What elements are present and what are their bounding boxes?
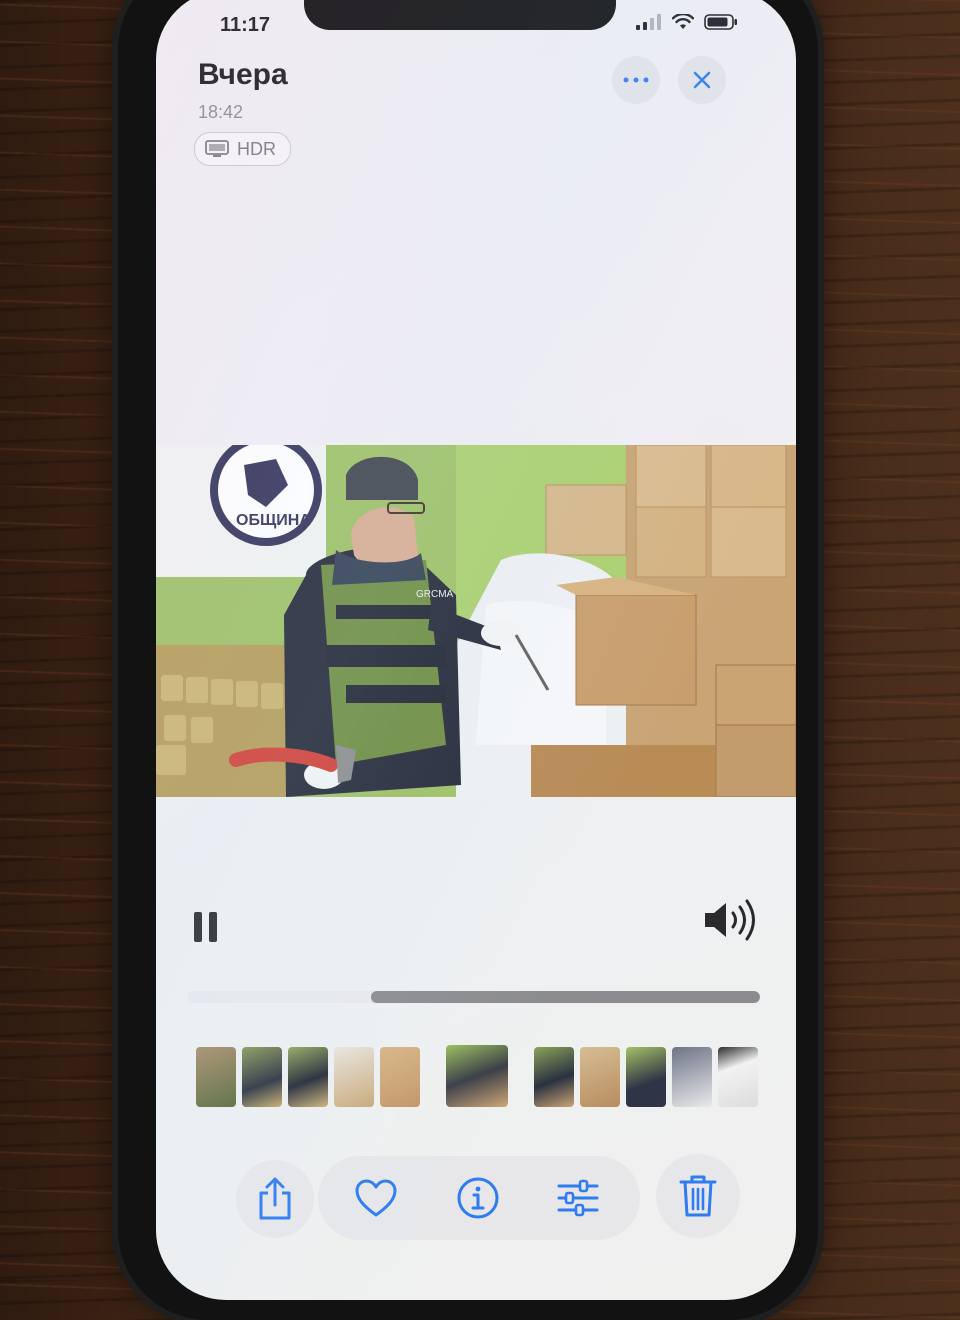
volume-button[interactable] [702, 898, 760, 947]
filmstrip[interactable] [196, 1045, 764, 1107]
capture-time: 18:42 [198, 102, 244, 122]
signal-icon [636, 14, 661, 30]
info-icon [457, 1177, 499, 1219]
share-button[interactable] [236, 1160, 314, 1238]
display-icon [205, 140, 229, 157]
delete-button[interactable] [656, 1154, 740, 1238]
filmstrip-frame[interactable] [626, 1047, 666, 1107]
share-icon [259, 1177, 291, 1220]
info-button[interactable] [454, 1174, 502, 1222]
scrubber-remaining [371, 991, 760, 1003]
status-time: 11:17 [220, 14, 271, 36]
filmstrip-frame[interactable] [672, 1047, 712, 1107]
close-icon [693, 71, 711, 89]
filmstrip-frame[interactable] [534, 1047, 574, 1107]
playback-scrubber[interactable] [188, 991, 760, 1003]
filmstrip-frame[interactable] [380, 1047, 420, 1107]
phone-screen: 11:17 Вчера 18:42 HDR [156, 0, 796, 1300]
pause-button[interactable] [192, 910, 220, 949]
ellipsis-icon [623, 77, 649, 83]
more-button[interactable] [612, 56, 660, 104]
adjust-button[interactable] [554, 1174, 602, 1222]
filmstrip-frame[interactable] [288, 1047, 328, 1107]
filmstrip-frame[interactable] [334, 1047, 374, 1107]
video-frame[interactable]: ОБЩИНА [156, 445, 796, 797]
filmstrip-frame[interactable] [242, 1047, 282, 1107]
filmstrip-frame[interactable] [718, 1047, 758, 1107]
filmstrip-frame[interactable] [196, 1047, 236, 1107]
pause-icon [194, 912, 217, 942]
close-button[interactable] [678, 56, 726, 104]
filmstrip-frame[interactable] [580, 1047, 620, 1107]
trash-icon [679, 1175, 717, 1217]
page-title: Вчера [198, 58, 288, 91]
status-icons [636, 14, 738, 30]
adjust-icon [557, 1179, 599, 1217]
filmstrip-frame-current[interactable] [446, 1045, 508, 1107]
dynamic-island [304, 0, 616, 30]
favorite-button[interactable] [352, 1174, 400, 1222]
speaker-icon [705, 899, 755, 941]
battery-icon [704, 14, 737, 30]
hdr-label: HDR [237, 138, 276, 159]
heart-icon [355, 1179, 397, 1217]
warehouse-scene: ОБЩИНА [156, 445, 796, 797]
wifi-icon [672, 14, 694, 29]
hdr-badge[interactable]: HDR [194, 132, 291, 166]
scrubber-played [188, 991, 372, 1003]
